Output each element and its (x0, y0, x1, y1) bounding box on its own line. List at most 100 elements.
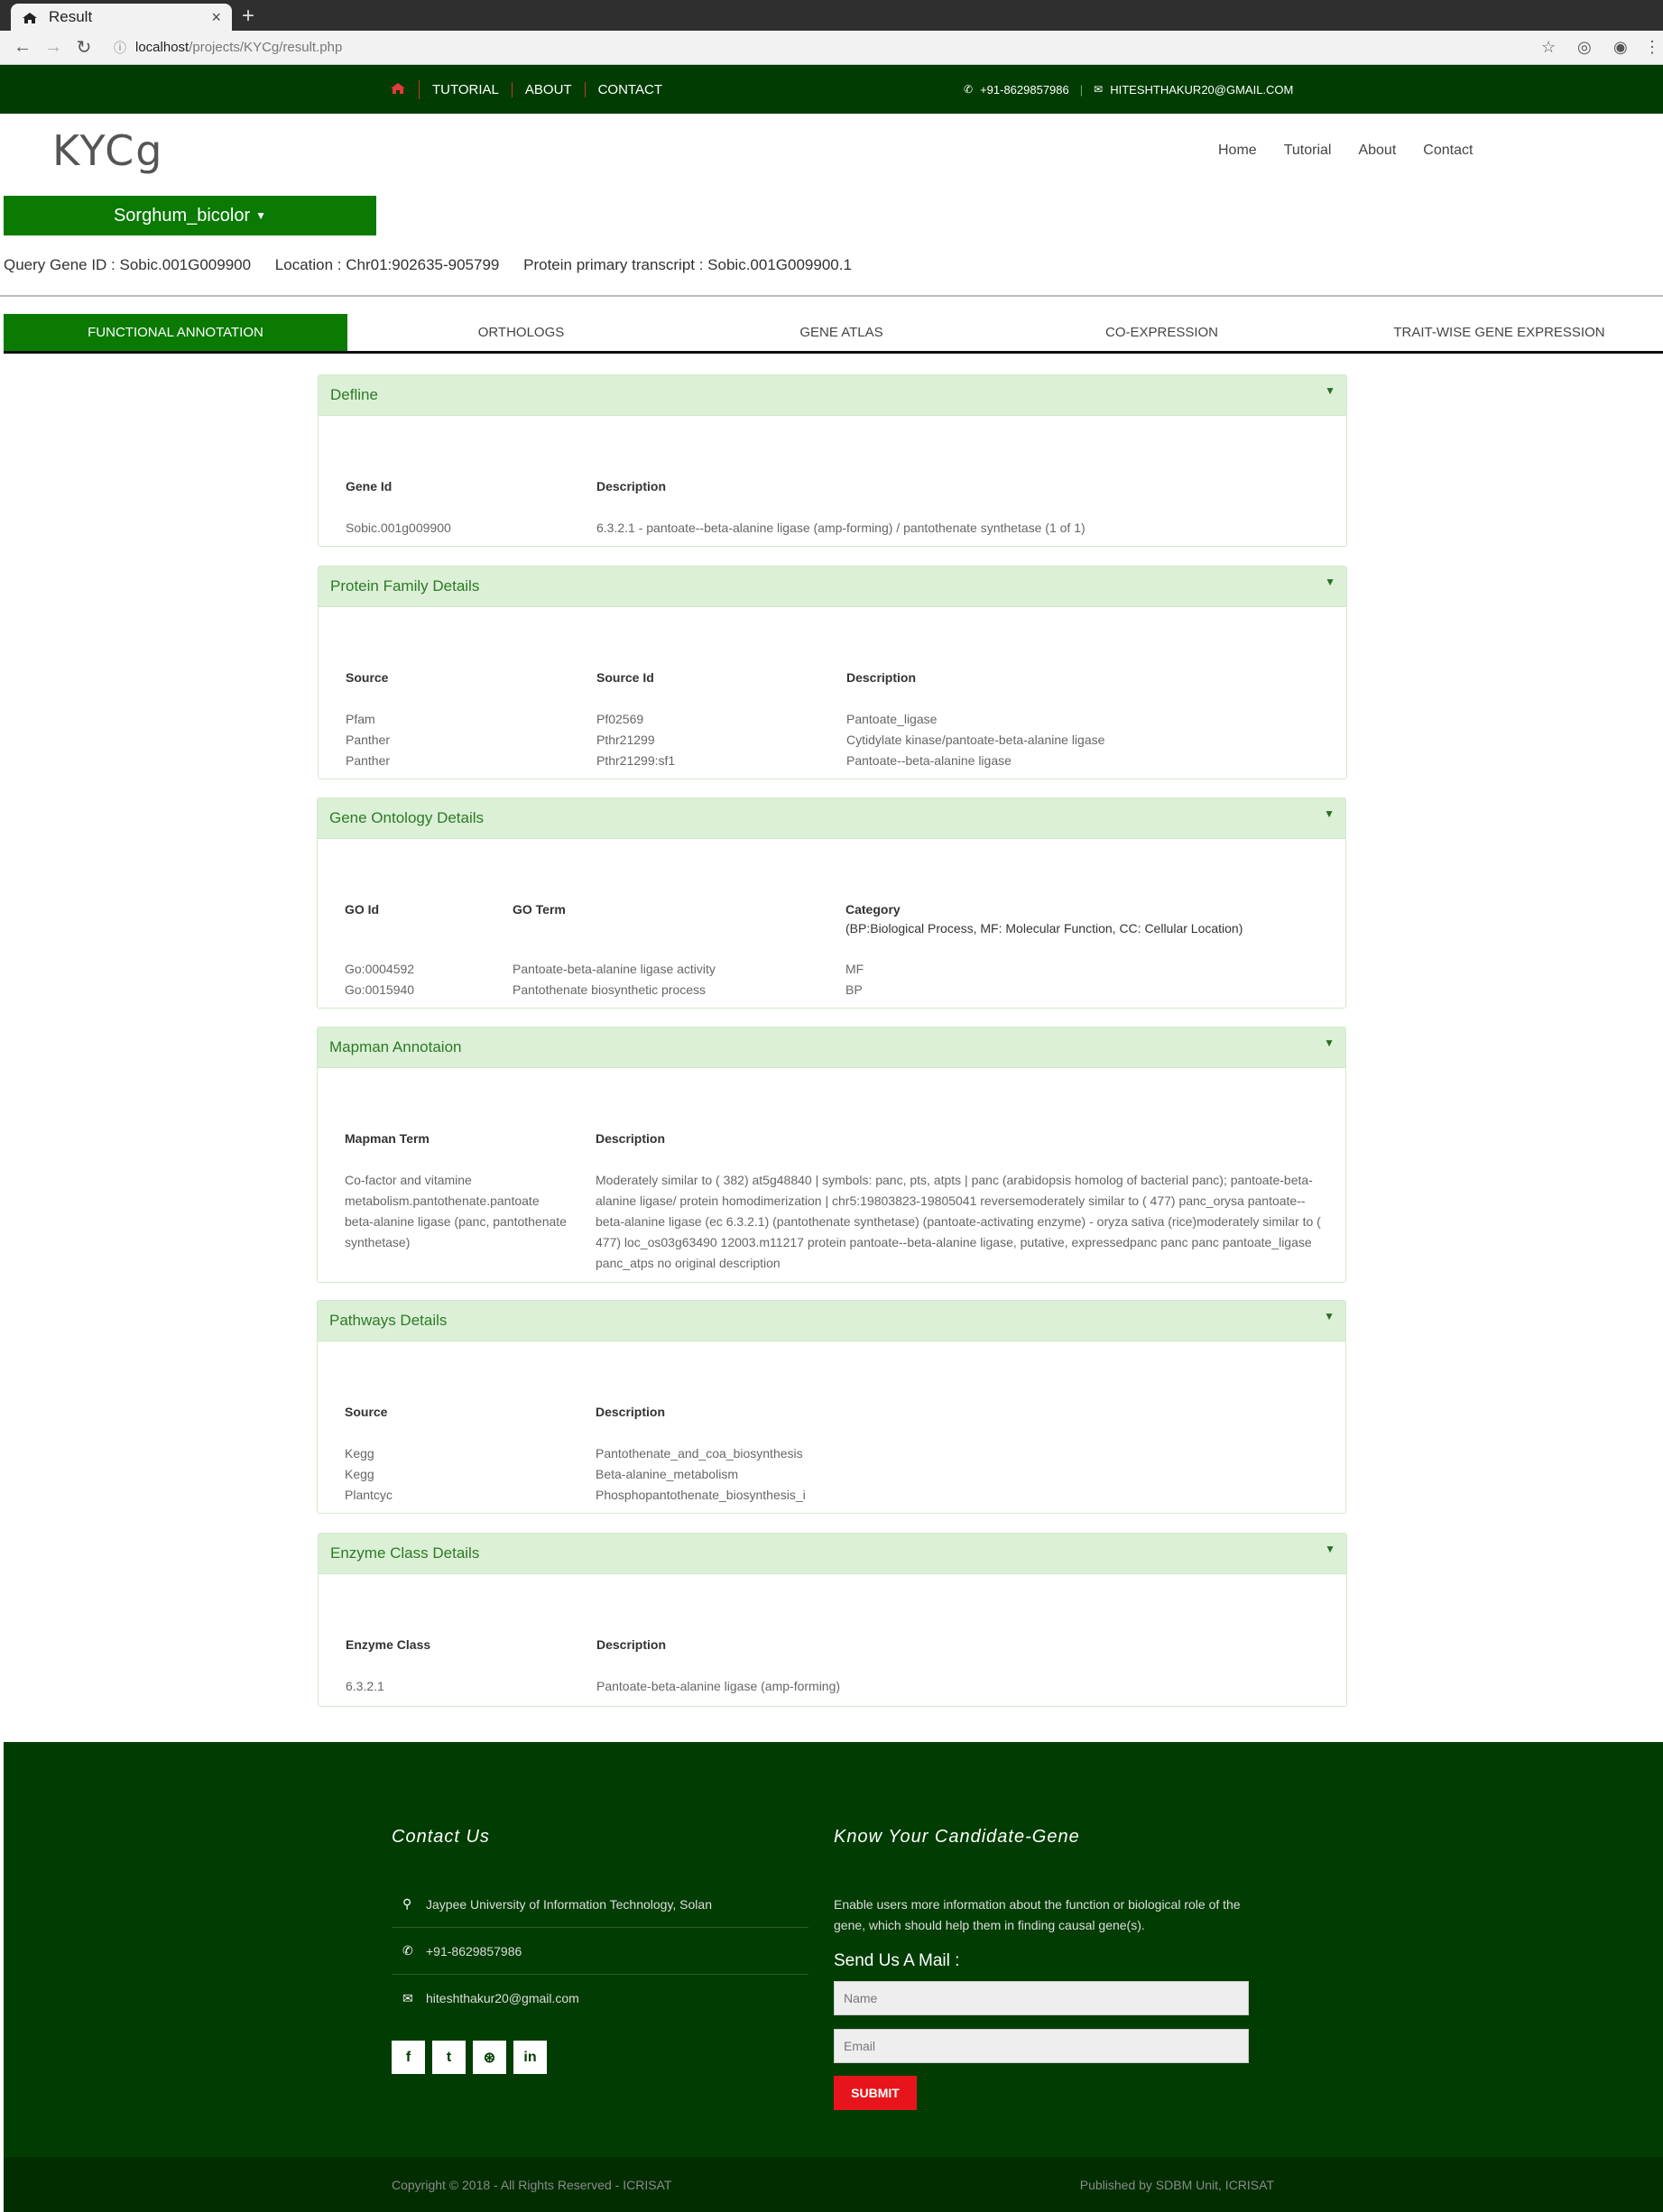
collapse-icon[interactable]: ▼ (1324, 1310, 1335, 1323)
name-input[interactable]: Name (834, 1981, 1249, 2015)
forward-icon[interactable]: → (38, 37, 69, 58)
table-cell: Cytidylate kinase/pantoate-beta-alanine … (846, 733, 1105, 747)
query-location: Location : Chr01:902635-905799 (274, 256, 500, 273)
home-icon[interactable] (390, 79, 420, 99)
table-cell: Co-factor and vitamine metabolism.pantot… (345, 1173, 567, 1249)
gene-ontology-panel: Gene Ontology Details ▼ GO Id GO Term Ca… (317, 797, 1346, 1009)
collapse-icon[interactable]: ▼ (1325, 384, 1335, 397)
table-cell: Pantoate--beta-alanine ligase (846, 753, 1012, 768)
panel-header[interactable]: Defline ▼ (319, 375, 1346, 416)
facebook-icon[interactable]: f (392, 2041, 425, 2074)
caret-down-icon: ▼ (255, 209, 267, 222)
panel-header[interactable]: Pathways Details ▼ (318, 1301, 1345, 1341)
column-header: Enzyme Class (346, 1637, 431, 1652)
panel-title: Mapman Annotaion (329, 1038, 462, 1055)
panel-title: Pathways Details (329, 1312, 448, 1329)
collapse-icon[interactable]: ▼ (1324, 807, 1335, 820)
tab-gene-atlas[interactable]: GENE ATLAS (695, 314, 988, 351)
protein-family-panel: Protein Family Details ▼ Source Source I… (318, 566, 1347, 779)
table-cell: Kegg (345, 1467, 374, 1481)
column-header: Description (846, 670, 917, 685)
panel-title: Enzyme Class Details (330, 1544, 480, 1562)
panel-header[interactable]: Gene Ontology Details ▼ (318, 798, 1345, 839)
email-text[interactable]: hiteshthakur20@gmail.com (426, 1991, 579, 2005)
table-cell: MF (845, 962, 864, 976)
table-cell: Pfam (346, 712, 375, 726)
table-cell: Panther (346, 753, 391, 768)
column-header: GO Term (513, 902, 566, 917)
tab-orthologs[interactable]: ORTHOLOGS (347, 314, 695, 351)
table-cell: Pantothenate biosynthetic process (513, 982, 707, 997)
table-cell: 6.3.2.1 (346, 1679, 384, 1693)
new-tab-button[interactable]: + (242, 4, 254, 29)
nav-tutorial[interactable]: Tutorial (1284, 143, 1332, 159)
tab-functional-annotation[interactable]: FUNCTIONAL ANNOTATION (4, 314, 347, 351)
social-links: f t ⊛ in (392, 2041, 547, 2074)
species-dropdown[interactable]: Sorghum_bicolor ▼ (4, 196, 376, 235)
panel-header[interactable]: Protein Family Details ▼ (319, 567, 1346, 607)
top-nav-about[interactable]: ABOUT (513, 81, 586, 97)
panel-header[interactable]: Mapman Annotaion ▼ (318, 1028, 1345, 1068)
dribbble-icon[interactable]: ⊛ (473, 2041, 506, 2074)
kycg-title: Know Your Candidate-Gene (834, 1827, 1080, 1847)
column-header: Description (596, 479, 667, 493)
column-header: Source Id (596, 670, 654, 685)
query-info: Query Gene ID : Sobic.001G009900 Locatio… (4, 256, 872, 274)
collapse-icon[interactable]: ▼ (1324, 1037, 1335, 1049)
column-header: Description (596, 1405, 666, 1419)
logo[interactable]: KYCg (52, 126, 163, 175)
column-header: Category (845, 902, 901, 917)
collapse-icon[interactable]: ▼ (1325, 1543, 1335, 1555)
twitter-icon[interactable]: t (432, 2041, 466, 2074)
top-nav-tutorial[interactable]: TUTORIAL (420, 81, 513, 97)
extension-icon[interactable]: ◉ (1613, 38, 1628, 57)
top-contact: ✆ +91-8629857986 | ✉ HITESHTHAKUR20@GMAIL.… (964, 65, 1293, 114)
top-email: HITESHTHAKUR20@GMAIL.COM (1110, 82, 1294, 97)
table-cell: Pf02569 (596, 712, 644, 726)
back-icon[interactable]: ← (7, 37, 38, 58)
kycg-description: Enable users more information about the … (834, 1897, 1241, 1932)
nav-contact[interactable]: Contact (1423, 143, 1473, 159)
phone-text: +91-8629857986 (426, 1943, 522, 1959)
envelope-icon: ✉ (1094, 83, 1104, 96)
nav-about[interactable]: About (1358, 143, 1396, 159)
submit-button[interactable]: SUBMIT (834, 2076, 917, 2110)
map-marker-icon: ⚲ (402, 1896, 412, 1911)
panel-header[interactable]: Enzyme Class Details ▼ (319, 1534, 1346, 1574)
tab-co-expression[interactable]: CO-EXPRESSION (988, 314, 1335, 351)
menu-icon[interactable]: ⋮ (1644, 38, 1660, 57)
column-header: Description (596, 1637, 667, 1652)
bookmark-star-icon[interactable]: ☆ (1541, 38, 1556, 57)
reload-icon[interactable]: ↻ (69, 36, 99, 59)
tab-trait-wise-gene-expression[interactable]: TRAIT-WISE GENE EXPRESSION (1335, 314, 1663, 351)
collapse-icon[interactable]: ▼ (1325, 576, 1335, 588)
close-tab-icon[interactable]: × (211, 8, 221, 27)
contact-title: Contact Us (392, 1827, 490, 1847)
query-gene-id: Query Gene ID : Sobic.001G009900 (4, 256, 252, 273)
nav-home[interactable]: Home (1218, 143, 1257, 159)
linkedin-icon[interactable]: in (513, 2041, 547, 2074)
table-cell: Pthr21299 (596, 733, 655, 747)
tab-title: Result (49, 8, 93, 25)
table-cell: BP (845, 982, 863, 997)
column-header: Source (346, 670, 389, 685)
panel-title: Gene Ontology Details (329, 809, 485, 826)
published-text: Published by SDBM Unit, ICRISAT (1079, 2178, 1274, 2192)
panel-title: Defline (330, 386, 378, 403)
table-cell: Kegg (345, 1446, 374, 1461)
separator: | (1079, 82, 1084, 97)
table-cell: Phosphopantothenate_biosynthesis_i (596, 1488, 806, 1502)
browser-tabbar: Result × + (0, 0, 1663, 31)
table-cell: Pantoate-beta-alanine ligase activity (513, 962, 716, 976)
column-header: Mapman Term (345, 1131, 430, 1146)
top-nav-contact[interactable]: CONTACT (586, 82, 675, 97)
email-input[interactable]: Email (834, 2029, 1249, 2063)
table-cell: Pantothenate_and_coa_biosynthesis (596, 1446, 803, 1461)
copyright-text: Copyright © 2018 - All Rights Reserved -… (392, 2178, 672, 2192)
browser-tab[interactable]: Result × (11, 4, 232, 31)
address-text: Jaypee University of Information Technol… (426, 1896, 712, 1912)
top-bar: TUTORIAL ABOUT CONTACT ✆ +91-8629857986 |… (0, 65, 1663, 114)
globe-icon[interactable]: ◎ (1577, 38, 1592, 57)
result-tabs: FUNCTIONAL ANNOTATION ORTHOLOGS GENE ATL… (4, 314, 1663, 354)
url-field[interactable]: ⓘ localhost/projects/KYCg/result.php (114, 39, 342, 57)
